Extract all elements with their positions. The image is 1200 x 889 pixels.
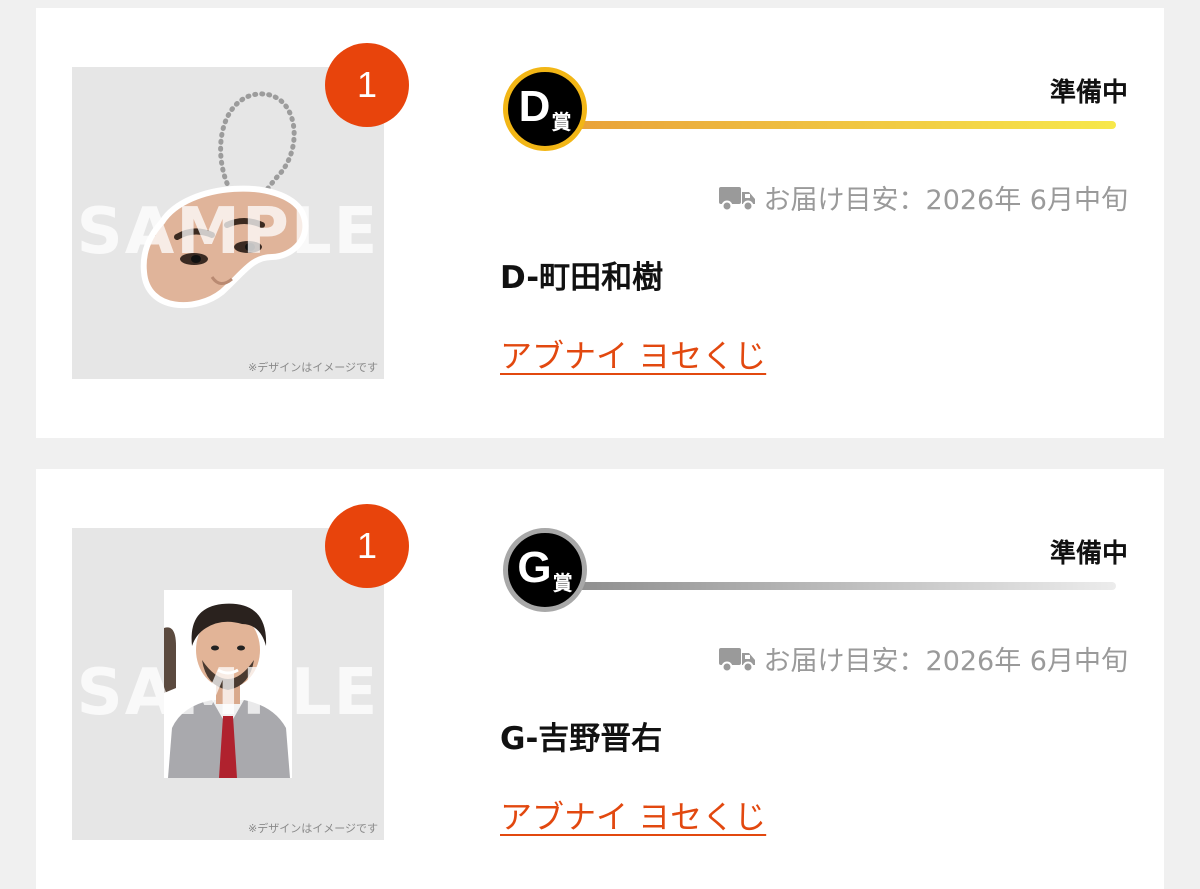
prize-progress-bar [576,121,1116,129]
truck-icon [718,647,755,672]
delivery-date: 2026年 6月中旬 [925,185,1128,216]
prize-suffix: 賞 [551,109,572,134]
status-label: 準備中 [1049,78,1128,108]
prize-letter: D [518,82,551,131]
delivery-estimate: お届け目安： 2026年 6月中旬 [718,178,1128,217]
delivery-label: お届け目安： [763,185,926,216]
prize-letter: G [517,543,552,592]
lottery-link[interactable]: アブナイ ヨセくじ [500,331,766,377]
prize-suffix: 賞 [552,570,573,595]
lottery-link[interactable]: アブナイ ヨセくじ [500,792,766,838]
image-disclaimer: ※デザインはイメージです [248,822,378,835]
item-name: D-町田和樹 [500,260,664,296]
truck-icon [718,186,755,211]
image-disclaimer: ※デザインはイメージです [248,361,378,374]
status-label: 準備中 [1049,539,1128,569]
quantity-badge: 1 [325,43,409,127]
sample-watermark: SAMPLE [76,656,380,730]
order-item-card: SAMPLE ※デザインはイメージです 1 G 賞 準備中 お届け目安： 202… [36,469,1164,889]
prize-rank-badge: D 賞 [503,67,587,151]
delivery-label: お届け目安： [763,646,926,677]
delivery-estimate: お届け目安： 2026年 6月中旬 [718,639,1128,678]
sample-watermark: SAMPLE [76,195,380,269]
prize-rank-badge: G 賞 [503,528,587,612]
prize-progress-bar [576,582,1116,590]
quantity-badge: 1 [325,504,409,588]
order-item-card: SAMPLE ※デザインはイメージです 1 D 賞 準備中 お届け目安： 202… [36,8,1164,438]
item-name: G-吉野晋右 [500,721,663,757]
delivery-date: 2026年 6月中旬 [925,646,1128,677]
